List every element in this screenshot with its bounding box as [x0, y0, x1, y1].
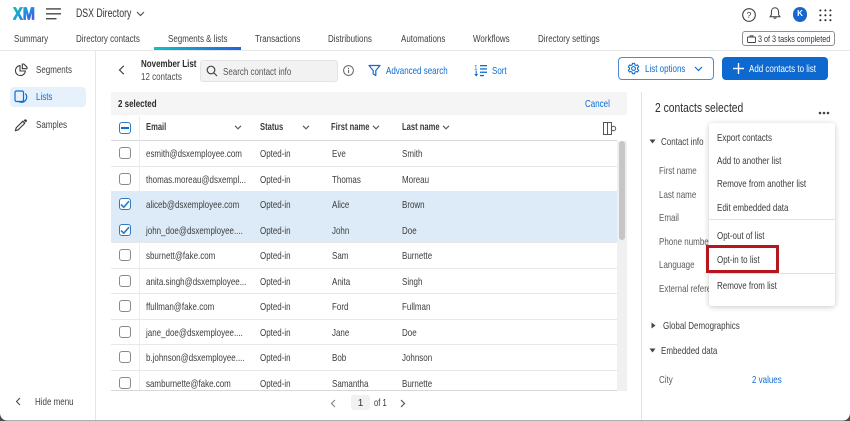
svg-text:?: ? — [747, 10, 752, 20]
svg-text:1: 1 — [474, 65, 478, 72]
svg-text:XM: XM — [13, 6, 35, 22]
